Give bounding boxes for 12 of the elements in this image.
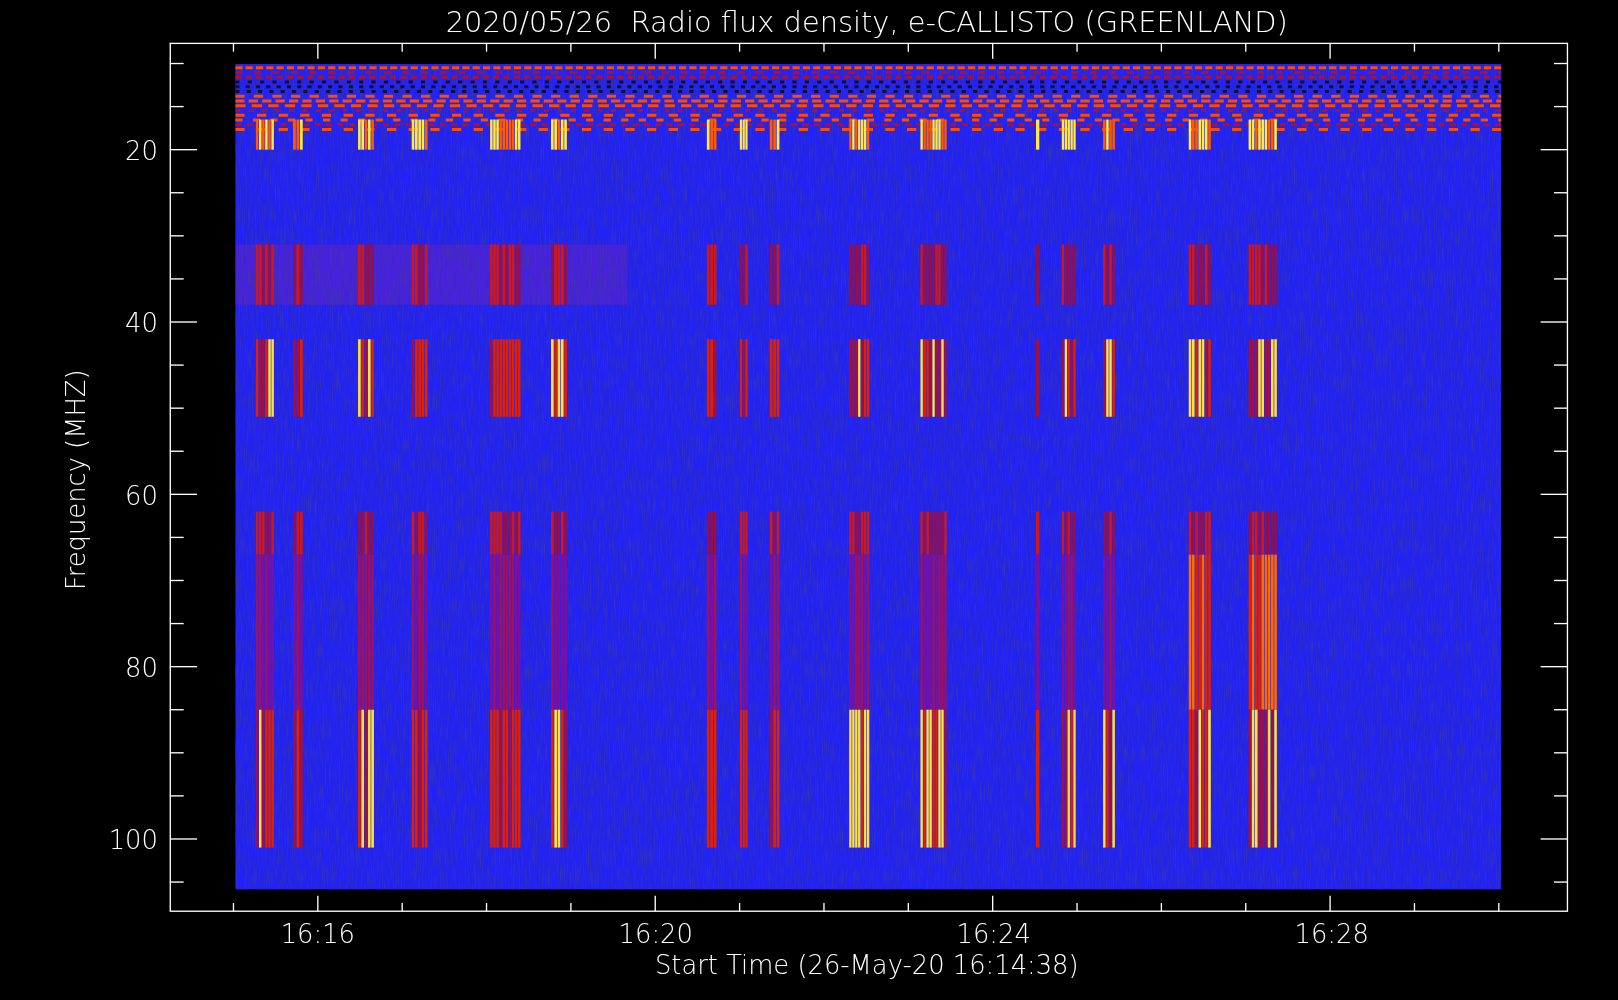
tick-label: 16:20	[618, 919, 693, 950]
tick-label: 60	[125, 480, 158, 511]
tick-label: 20	[125, 136, 158, 166]
tick-label: 16:24	[956, 919, 1031, 950]
plot-title: 2020/05/26 Radio flux density, e-CALLISTO (GREENLAND)	[445, 5, 1288, 40]
axis-title: Start Time (26-May-20 16:14:38)	[654, 950, 1079, 981]
tick-label: 100	[108, 825, 158, 856]
tick-label: 80	[125, 652, 158, 683]
axis-title: Frequency (MHZ)	[60, 369, 91, 591]
tick-label: 16:16	[280, 919, 355, 950]
tick-label: 40	[125, 308, 158, 339]
tick-label: 16:28	[1294, 919, 1369, 950]
